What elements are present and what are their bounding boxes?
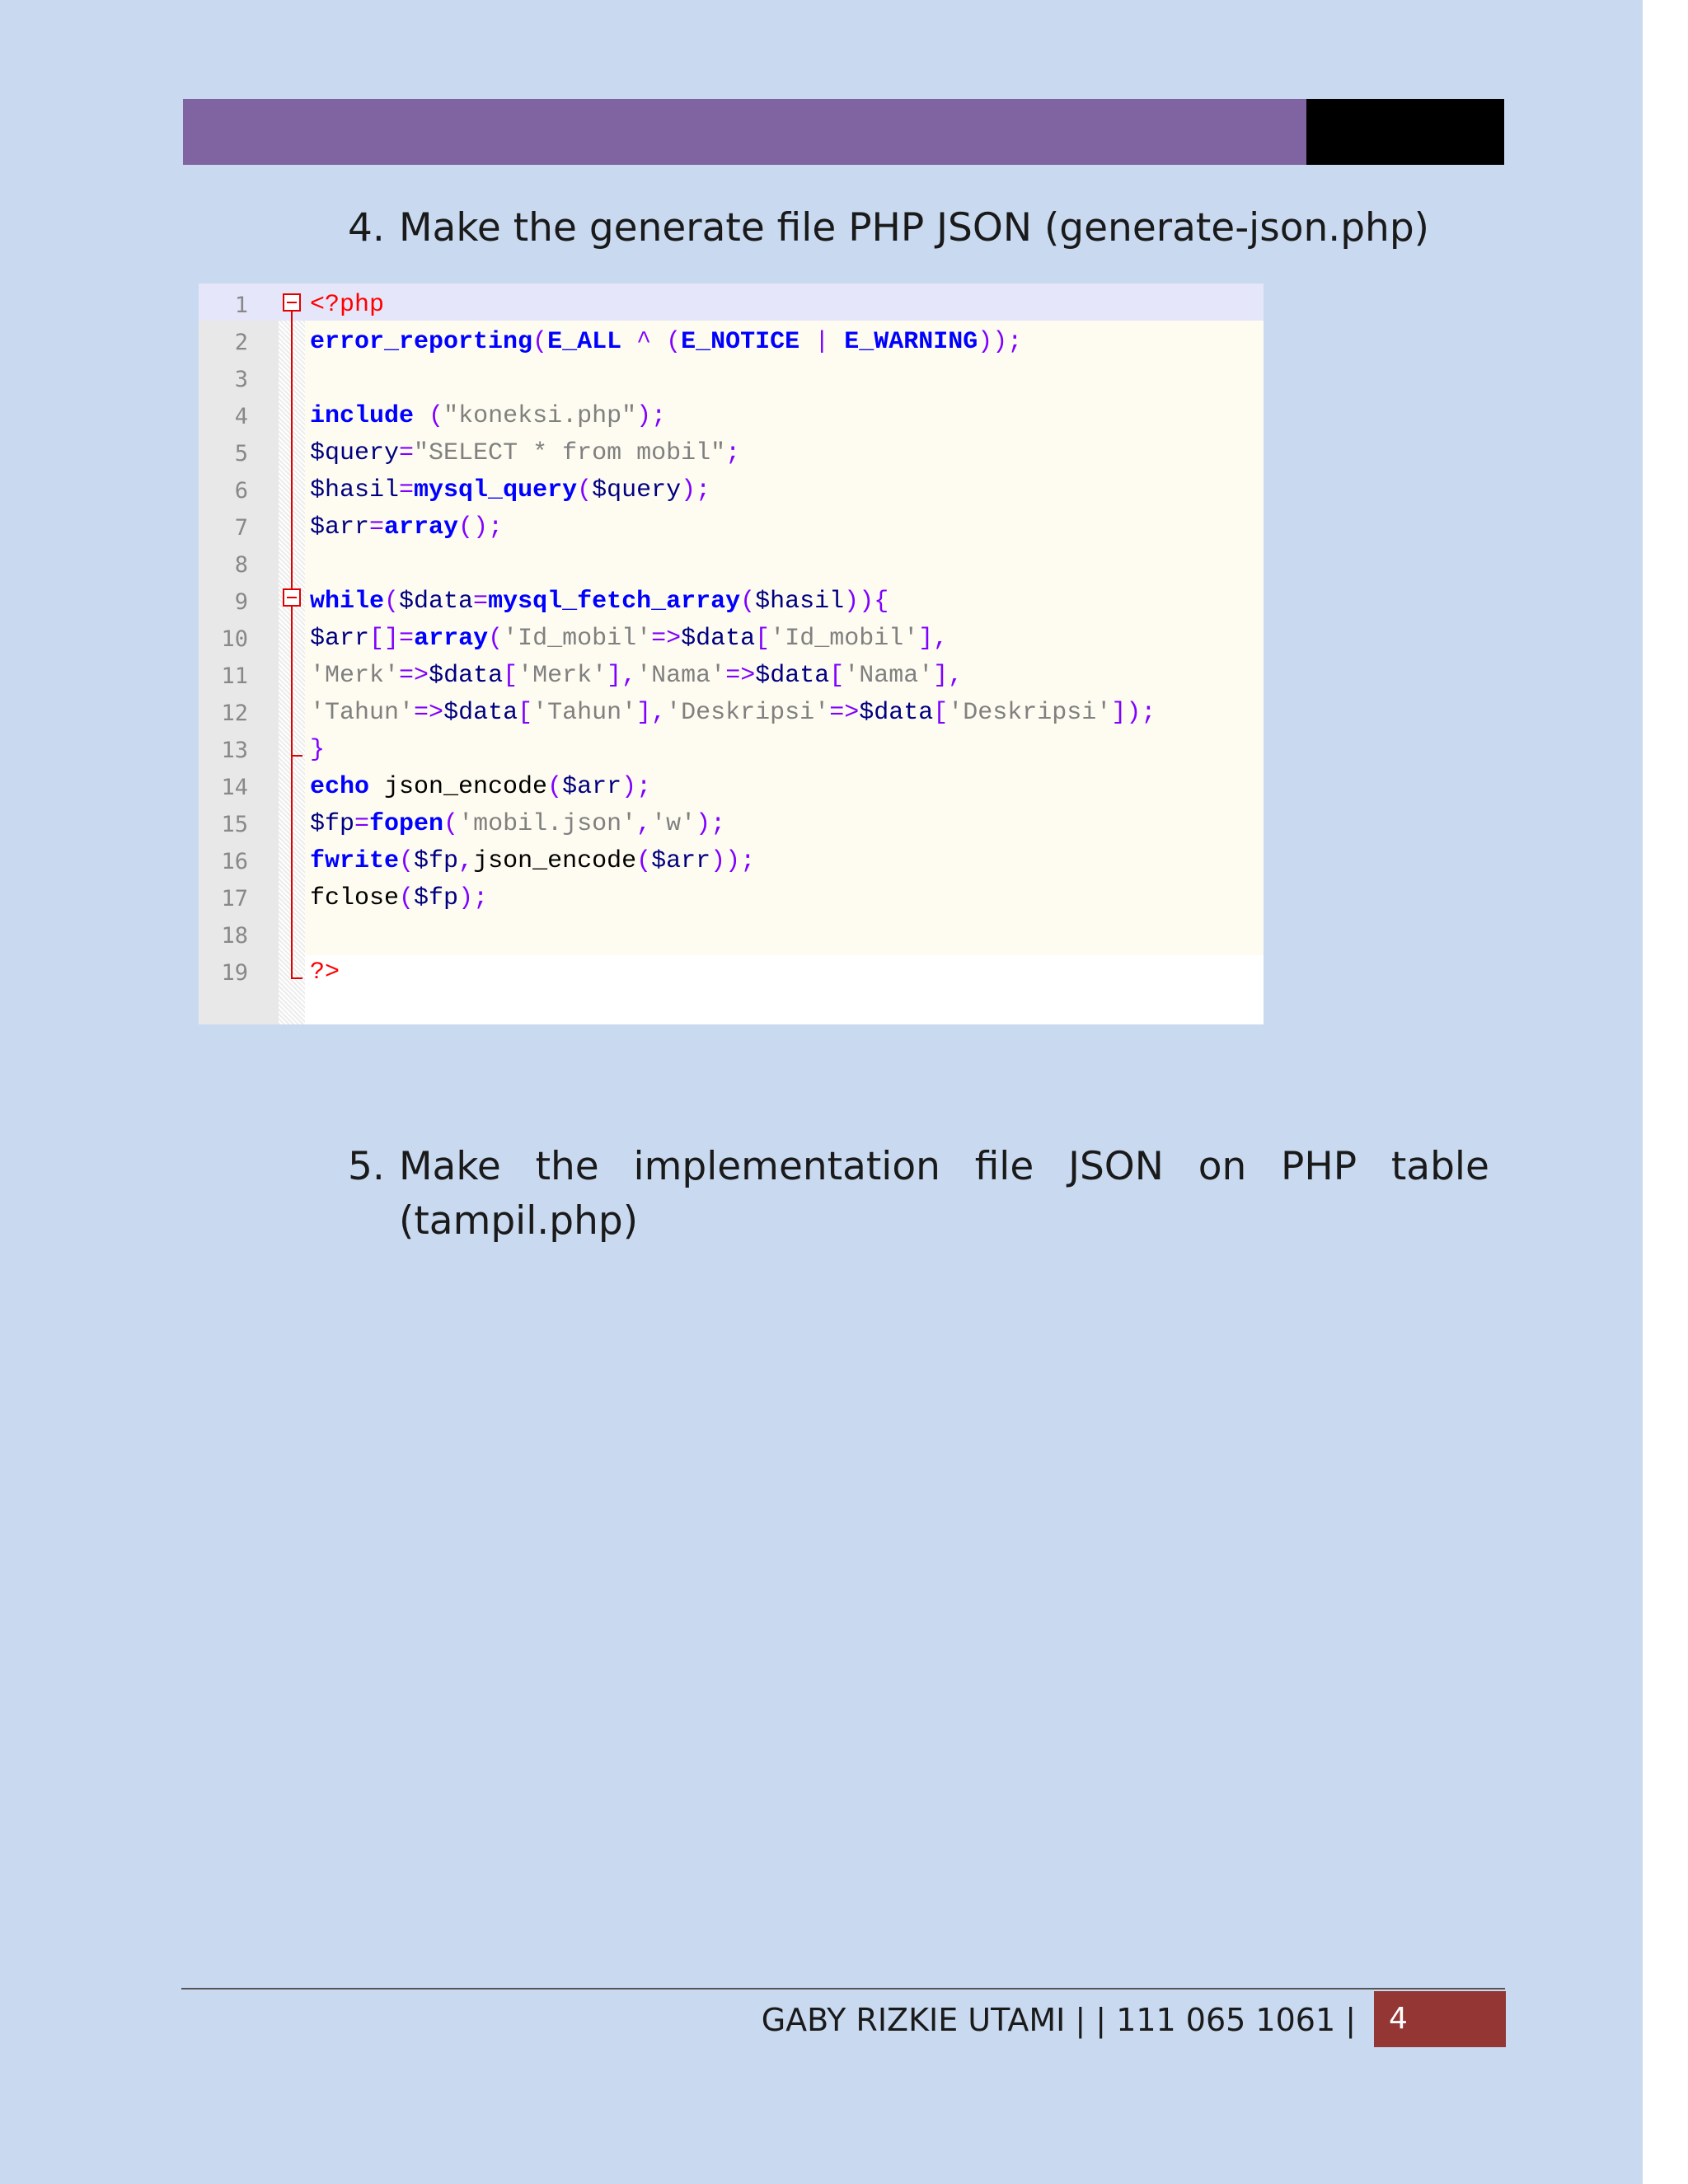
line-number: 3 xyxy=(234,367,248,392)
step-word: file xyxy=(974,1144,1034,1189)
step-5: 5. Make the implementation file JSON on PHP tab… xyxy=(348,1140,1489,1249)
line-number: 9 xyxy=(234,589,248,615)
line-number: 1 xyxy=(234,293,248,318)
code-line: $arr[]=array('Id_mobil'=>$data['Id_mobil… xyxy=(310,625,949,653)
header-band xyxy=(183,99,1504,165)
line-number: 7 xyxy=(234,515,248,541)
line-number: 17 xyxy=(221,886,248,912)
code-line: 'Merk'=>$data['Merk'],'Nama'=>$data['Nam… xyxy=(310,662,964,690)
code-line: $query="SELECT * from mobil"; xyxy=(310,439,741,467)
step-number: 5. xyxy=(348,1144,385,1189)
line-number: 14 xyxy=(221,775,248,800)
line-number: 6 xyxy=(234,478,248,504)
step-word: JSON xyxy=(1068,1144,1164,1189)
code-screenshot: 1 <?php 2 error_reporting(E_ALL ^ (E_NOTICE… xyxy=(199,284,1264,1024)
code-line: echo json_encode($arr); xyxy=(310,773,652,801)
code-line: $fp=fopen('mobil.json','w'); xyxy=(310,810,726,838)
step-word: table xyxy=(1390,1144,1489,1189)
line-number: 19 xyxy=(221,960,248,986)
fold-collapse-icon xyxy=(283,588,301,607)
code-line: $hasil=mysql_query($query); xyxy=(310,476,711,504)
fold-guide-line xyxy=(291,755,293,977)
code-line: ?> xyxy=(310,958,340,987)
line-number: 12 xyxy=(221,701,248,726)
document-page: 4. Make the generate file PHP JSON (gene… xyxy=(0,0,1643,2184)
line-number: 2 xyxy=(234,330,248,355)
step-word: on xyxy=(1198,1144,1247,1189)
code-line: } xyxy=(310,736,326,764)
step-word: PHP xyxy=(1281,1144,1357,1189)
code-line: fclose($fp); xyxy=(310,884,489,912)
code-line: <?php xyxy=(310,291,385,319)
line-number: 13 xyxy=(221,738,248,763)
line-number: 11 xyxy=(221,663,248,689)
code-line: $arr=array(); xyxy=(310,513,504,541)
line-number: 18 xyxy=(221,923,248,949)
fold-end-marker xyxy=(291,977,302,979)
step-text: Make the implementation file JSON on PHP table … xyxy=(399,1140,1489,1249)
step-number: 4. xyxy=(348,205,385,251)
step-word: implementation xyxy=(633,1144,940,1189)
fold-guide-line xyxy=(291,607,293,755)
footer-author: GABY RIZKIE UTAMI | | 111 065 1061 | xyxy=(761,2002,1356,2038)
line-number: 10 xyxy=(221,626,248,652)
step-word: Make xyxy=(399,1144,501,1189)
code-line: while($data=mysql_fetch_array($hasil)){ xyxy=(310,588,889,616)
line-number: 4 xyxy=(234,404,248,429)
code-line: fwrite($fp,json_encode($arr)); xyxy=(310,847,756,875)
header-accent-bar xyxy=(183,99,1306,165)
line-number: 8 xyxy=(234,552,248,578)
line-number: 5 xyxy=(234,441,248,466)
line-number: 16 xyxy=(221,849,248,874)
fold-end-marker xyxy=(291,755,302,757)
line-number: 15 xyxy=(221,812,248,837)
page-number-badge: 4 xyxy=(1374,1991,1506,2047)
step-text: Make the generate file PHP JSON (generat… xyxy=(399,205,1429,251)
step-text-line-2: (tampil.php) xyxy=(399,1198,639,1244)
code-line: 'Tahun'=>$data['Tahun'],'Deskripsi'=>$da… xyxy=(310,699,1156,727)
code-line: include ("koneksi.php"); xyxy=(310,402,667,430)
fold-collapse-icon xyxy=(283,293,301,312)
step-word: the xyxy=(535,1144,599,1189)
footer-divider xyxy=(181,1988,1505,1990)
step-text-line-1: Make the implementation file JSON on PHP table xyxy=(399,1140,1489,1194)
code-line: error_reporting(E_ALL ^ (E_NOTICE | E_WA… xyxy=(310,328,1023,356)
header-end-block xyxy=(1306,99,1504,165)
